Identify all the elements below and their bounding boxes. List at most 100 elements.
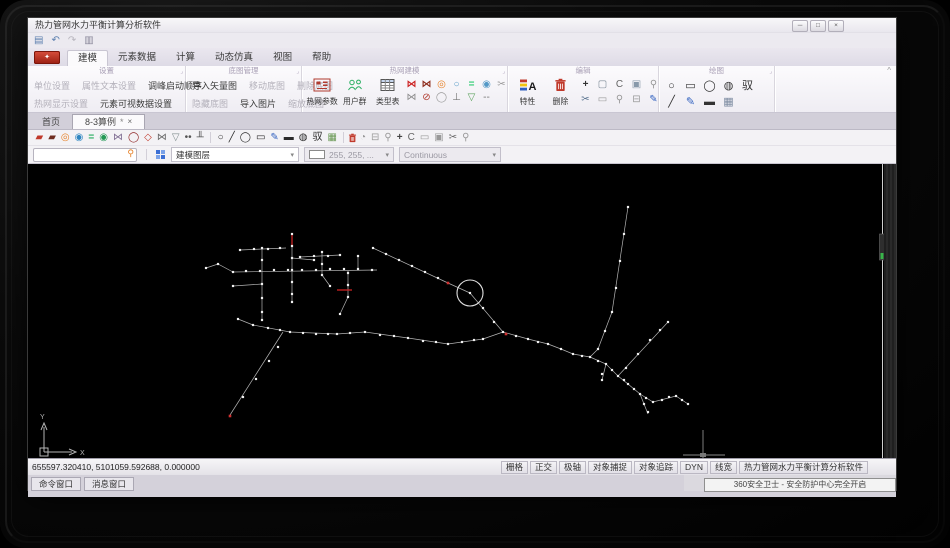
dialog-launcher-icon[interactable]: ⌟ — [180, 67, 183, 77]
paste-icon[interactable]: ▣ — [632, 78, 641, 91]
restore-button[interactable]: □ — [810, 20, 826, 32]
ribbon-text-button[interactable]: 导入矢量图 — [186, 76, 243, 94]
move-icon[interactable]: + — [583, 78, 589, 91]
dash-icon[interactable]: -- — [483, 91, 490, 104]
paste-icon[interactable]: ▣ — [432, 131, 446, 144]
supply-pipe-icon[interactable]: ▰ — [33, 131, 46, 144]
properties-button[interactable]: A 特性 — [511, 76, 544, 107]
zoom-in-icon[interactable]: ⚲ — [616, 93, 623, 106]
rect-select-icon[interactable]: ▭ — [598, 93, 607, 106]
status-toggle[interactable]: 正交 — [529, 460, 557, 474]
ellipse-icon[interactable]: ◯ — [703, 80, 715, 93]
color-select[interactable]: 255, 255, ... ▾ — [304, 147, 394, 162]
status-toggle[interactable]: 极轴 — [558, 460, 586, 474]
donut-icon[interactable]: ◍ — [724, 80, 734, 93]
heatnet-params-button[interactable]: 热网参数 — [305, 76, 338, 107]
cut-pipe-icon[interactable]: ✂ — [497, 78, 505, 91]
move-icon[interactable]: + — [394, 131, 405, 144]
ribbon-text-button[interactable]: 热网显示设置 — [28, 94, 94, 112]
status-toggle[interactable]: 对象追踪 — [634, 460, 679, 474]
polyline-icon[interactable]: ✎ — [686, 96, 695, 109]
bottom-panel-tab[interactable]: 消息窗口 — [84, 477, 135, 491]
pen-icon[interactable]: ✎ — [649, 93, 657, 106]
image-icon[interactable]: ▦ — [723, 96, 733, 109]
capture-icon[interactable]: 驭 — [742, 80, 753, 93]
ribbon-tab[interactable]: 元素数据 — [108, 50, 166, 65]
pan-handle[interactable] — [683, 430, 725, 458]
ribbon-text-button[interactable]: 单位设置 — [28, 76, 76, 94]
filter-icon[interactable]: ▽ — [169, 131, 182, 144]
disc-icon[interactable]: ◔ — [357, 131, 368, 144]
solid-icon[interactable]: ▬ — [281, 131, 296, 144]
save-icon[interactable]: ▤ — [34, 35, 43, 47]
return-pipe-icon[interactable]: ⋈ — [422, 78, 432, 91]
delete-button[interactable]: 删除 — [544, 76, 577, 107]
undo-icon[interactable]: ↶ — [51, 35, 59, 47]
circle-icon[interactable]: ○ — [215, 131, 226, 144]
rectangle-icon[interactable]: ▭ — [253, 131, 267, 144]
app-menu-button[interactable]: ✦ — [34, 51, 60, 64]
copy-icon[interactable]: ▢ — [598, 78, 607, 91]
stand-icon[interactable]: ╨ — [194, 131, 206, 144]
regulator-icon[interactable]: ◇ — [142, 131, 155, 144]
capture-icon[interactable]: 驭 — [310, 131, 325, 144]
pen-icon[interactable]: ✎ — [268, 131, 281, 144]
status-toggle[interactable]: 对象捕捉 — [587, 460, 632, 474]
user-group-button[interactable]: 用户群 — [338, 76, 371, 107]
minimize-button[interactable]: ─ — [792, 20, 808, 32]
zoom-window-icon[interactable]: ⚲ — [382, 131, 394, 144]
zoom-in-icon[interactable]: ⚲ — [460, 131, 472, 144]
layer-manager-icon[interactable] — [156, 149, 166, 160]
line-icon[interactable]: ╱ — [226, 131, 237, 144]
node-icon[interactable]: ○ — [453, 78, 459, 91]
ribbon-tab[interactable]: 建模 — [67, 50, 109, 66]
ribbon-text-button[interactable]: 隐藏底图 — [186, 94, 234, 112]
check-valve-icon[interactable]: ⊘ — [422, 91, 430, 104]
ribbon-tab[interactable]: 计算 — [166, 50, 205, 65]
redo-icon[interactable]: ↷ — [68, 35, 76, 47]
ribbon-tab[interactable]: 动态仿真 — [205, 50, 263, 65]
status-toggle[interactable]: 栅格 — [500, 460, 528, 474]
print-icon[interactable]: ▥ — [84, 35, 93, 47]
return-pipe-icon[interactable]: ▰ — [46, 131, 59, 144]
cut-icon[interactable]: ✂ — [446, 131, 459, 144]
zoom-out-icon[interactable]: ⚲ — [650, 78, 657, 91]
dialog-launcher-icon[interactable]: ⌟ — [502, 67, 505, 77]
ribbon-text-button[interactable]: 元素可视数据设置 — [94, 94, 178, 112]
heat-source-icon[interactable]: ◉ — [97, 131, 111, 144]
check-valve-icon[interactable]: ◯ — [125, 131, 141, 144]
document-tab[interactable]: 8-3算例 * × — [72, 114, 146, 129]
pump-icon[interactable]: ◎ — [437, 78, 446, 91]
ribbon-text-button[interactable]: 导入图片 — [234, 94, 282, 112]
pipe-network-canvas[interactable]: YX — [28, 164, 884, 458]
perpendicular-icon[interactable]: ⊥ — [452, 91, 461, 104]
circle-icon[interactable]: ○ — [668, 80, 675, 93]
filter-icon[interactable]: ▽ — [468, 91, 476, 104]
ribbon-text-button[interactable]: 移动底图 — [243, 76, 291, 94]
line-icon[interactable]: ╱ — [668, 96, 675, 109]
node-icon[interactable]: ◉ — [72, 131, 86, 144]
heat-exchanger-icon[interactable]: = — [469, 78, 475, 91]
donut-icon[interactable]: ◍ — [296, 131, 310, 144]
search-icon[interactable]: ⚲ — [127, 148, 134, 159]
document-tab[interactable]: 首页 — [30, 115, 72, 129]
dots-icon[interactable]: •• — [182, 131, 194, 144]
gate-valve-icon[interactable]: ⋈ — [154, 131, 169, 144]
brush-icon[interactable]: ⊟ — [632, 93, 640, 106]
linetype-select[interactable]: Continuous ▾ — [399, 147, 501, 162]
valve-icon[interactable]: ⋈ — [110, 131, 125, 144]
gate-valve-icon[interactable]: ⋈ — [407, 91, 417, 104]
heat-source-icon[interactable]: ◉ — [482, 78, 491, 91]
ribbon-tab[interactable]: 视图 — [263, 50, 302, 65]
cut-icon[interactable]: ✂ — [581, 93, 589, 106]
heat-exchanger-icon[interactable]: = — [86, 131, 97, 144]
close-tab-icon[interactable]: × — [128, 115, 133, 129]
brush-icon[interactable]: ⊟ — [369, 131, 382, 144]
rotate-icon[interactable]: C — [616, 78, 623, 91]
pump-icon[interactable]: ◎ — [58, 131, 72, 144]
rect-select-icon[interactable]: ▭ — [417, 131, 431, 144]
close-button[interactable]: × — [828, 20, 844, 32]
status-toggle[interactable]: DYN — [680, 460, 708, 474]
solid-icon[interactable]: ▬ — [704, 96, 715, 109]
dialog-launcher-icon[interactable]: ⌟ — [769, 67, 772, 77]
